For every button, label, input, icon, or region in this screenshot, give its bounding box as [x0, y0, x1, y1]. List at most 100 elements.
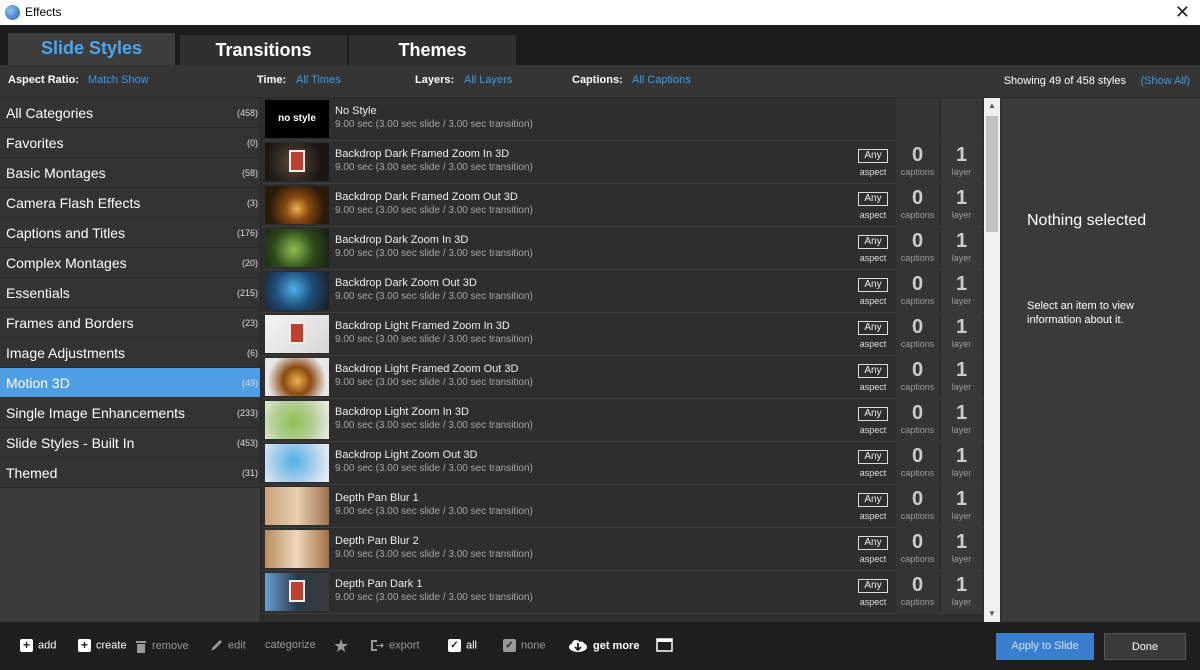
style-row[interactable]: Backdrop Dark Zoom In 3D 9.00 sec (3.00 s…	[262, 227, 984, 270]
tab-themes[interactable]: Themes	[349, 35, 516, 65]
aspect-label: aspect	[859, 167, 887, 177]
style-row[interactable]: Backdrop Dark Framed Zoom In 3D 9.00 sec …	[262, 141, 984, 184]
category-single-image-enhancements[interactable]: Single Image Enhancements (233)	[0, 398, 260, 428]
style-duration: 9.00 sec (3.00 sec slide / 3.00 sec tran…	[335, 291, 533, 302]
style-row[interactable]: Backdrop Light Framed Zoom Out 3D 9.00 se…	[262, 356, 984, 399]
aspect-label: aspect	[859, 253, 887, 263]
category-slide-styles-built-in[interactable]: Slide Styles - Built In (453)	[0, 428, 260, 458]
category-all-categories[interactable]: All Categories (458)	[0, 98, 260, 128]
select-all-button[interactable]: ✓ all	[448, 639, 477, 652]
layers-label: layer	[951, 210, 972, 220]
time-filter[interactable]: All Times	[296, 74, 341, 86]
category-image-adjustments[interactable]: Image Adjustments (6)	[0, 338, 260, 368]
category-basic-montages[interactable]: Basic Montages (58)	[0, 158, 260, 188]
scroll-down-icon[interactable]: ▼	[984, 606, 1000, 622]
category-name: Essentials	[6, 285, 70, 301]
layers-count: 1	[955, 359, 968, 381]
captions-count: 0	[911, 531, 924, 553]
layers-count: 1	[955, 316, 968, 338]
aspect-badge: Any	[858, 493, 888, 507]
thumbnail-photo	[289, 322, 305, 344]
layers-count: 1	[955, 230, 968, 252]
captions-filter[interactable]: All Captions	[632, 74, 691, 86]
apply-to-slide-button[interactable]: Apply to Slide	[996, 633, 1094, 660]
style-name: Backdrop Dark Zoom In 3D	[335, 234, 469, 246]
scrollbar-thumb[interactable]	[986, 116, 998, 232]
style-row[interactable]: Backdrop Light Zoom Out 3D 9.00 sec (3.00…	[262, 442, 984, 485]
select-none-button[interactable]: ✓ none	[503, 639, 545, 652]
category-captions-and-titles[interactable]: Captions and Titles (176)	[0, 218, 260, 248]
category-themed[interactable]: Themed (31)	[0, 458, 260, 488]
layers-count: 1	[955, 574, 968, 596]
tab-transitions[interactable]: Transitions	[180, 35, 347, 65]
captions-label: captions	[900, 296, 935, 306]
favorite-star-icon[interactable]: ★	[333, 636, 349, 657]
window-view-button[interactable]	[656, 638, 673, 655]
style-row[interactable]: Backdrop Light Zoom In 3D 9.00 sec (3.00 …	[262, 399, 984, 442]
style-duration: 9.00 sec (3.00 sec slide / 3.00 sec tran…	[335, 119, 533, 130]
style-duration: 9.00 sec (3.00 sec slide / 3.00 sec tran…	[335, 592, 533, 603]
style-list-scrollbar[interactable]: ▲ ▼	[984, 98, 1000, 622]
captions-count: 0	[911, 230, 924, 252]
tab-slide-styles[interactable]: Slide Styles	[8, 33, 175, 65]
style-row[interactable]: Backdrop Light Framed Zoom In 3D 9.00 sec…	[262, 313, 984, 356]
showing-count: Showing 49 of 458 styles	[1003, 75, 1126, 87]
aspect-badge: Any	[858, 579, 888, 593]
category-name: Single Image Enhancements	[6, 405, 185, 421]
categorize-button[interactable]: categorize	[265, 639, 316, 651]
style-name: Depth Pan Dark 1	[335, 578, 423, 590]
captions-count: 0	[911, 273, 924, 295]
layers-label: layer	[951, 425, 972, 435]
style-name: Backdrop Light Zoom In 3D	[335, 406, 469, 418]
thumbnail-photo	[289, 150, 305, 172]
layers-label: layer	[951, 382, 972, 392]
category-essentials[interactable]: Essentials (215)	[0, 278, 260, 308]
style-thumbnail	[265, 272, 329, 310]
category-favorites[interactable]: Favorites (0)	[0, 128, 260, 158]
remove-button[interactable]: remove	[135, 639, 189, 653]
aspect-ratio-label: Aspect Ratio:	[8, 74, 79, 86]
add-button[interactable]: + add	[20, 639, 56, 652]
get-more-button[interactable]: get more	[568, 639, 639, 653]
category-camera-flash-effects[interactable]: Camera Flash Effects (3)	[0, 188, 260, 218]
info-title: Nothing selected	[1027, 212, 1147, 229]
edit-button[interactable]: edit	[210, 639, 246, 652]
style-name: Backdrop Light Framed Zoom In 3D	[335, 320, 510, 332]
aspect-ratio-filter[interactable]: Match Show	[88, 74, 149, 86]
category-frames-and-borders[interactable]: Frames and Borders (23)	[0, 308, 260, 338]
export-button[interactable]: export	[370, 639, 420, 652]
captions-label: captions	[900, 253, 935, 263]
style-row[interactable]: Backdrop Dark Zoom Out 3D 9.00 sec (3.00 …	[262, 270, 984, 313]
show-all-link[interactable]: (Show All)	[1140, 75, 1190, 87]
category-count: (233)	[236, 408, 258, 418]
style-name: Depth Pan Blur 1	[335, 492, 419, 504]
style-row[interactable]: Depth Pan Dark 1 9.00 sec (3.00 sec slide…	[262, 571, 984, 614]
style-row[interactable]: Backdrop Dark Framed Zoom Out 3D 9.00 sec…	[262, 184, 984, 227]
style-row[interactable]: Depth Pan Blur 2 9.00 sec (3.00 sec slide…	[262, 528, 984, 571]
aspect-label: aspect	[859, 339, 887, 349]
close-icon[interactable]: ✕	[1175, 2, 1190, 22]
style-thumbnail	[265, 186, 329, 224]
category-motion-3d[interactable]: Motion 3D (49)	[0, 368, 260, 398]
style-name: Backdrop Light Zoom Out 3D	[335, 449, 478, 461]
category-name: Image Adjustments	[6, 345, 126, 361]
layers-label: Layers:	[415, 74, 455, 86]
aspect-label: aspect	[859, 382, 887, 392]
window-title: Effects	[25, 5, 62, 19]
category-count: (49)	[241, 378, 258, 388]
category-count: (453)	[236, 438, 258, 448]
scroll-up-icon[interactable]: ▲	[984, 98, 1000, 114]
category-complex-montages[interactable]: Complex Montages (20)	[0, 248, 260, 278]
categorize-label: categorize	[265, 639, 316, 651]
create-button[interactable]: + create	[78, 639, 127, 652]
style-duration: 9.00 sec (3.00 sec slide / 3.00 sec tran…	[335, 205, 533, 216]
category-count: (3)	[247, 198, 258, 208]
style-row[interactable]: Depth Pan Blur 1 9.00 sec (3.00 sec slide…	[262, 485, 984, 528]
captions-label: captions	[900, 425, 935, 435]
style-thumbnail	[265, 487, 329, 525]
title-bar: Effects ✕	[0, 0, 1200, 25]
style-row[interactable]: no style No Style 9.00 sec (3.00 sec slide…	[262, 98, 984, 141]
layers-label: layer	[951, 296, 972, 306]
layers-filter[interactable]: All Layers	[464, 74, 512, 86]
done-button[interactable]: Done	[1104, 633, 1186, 660]
